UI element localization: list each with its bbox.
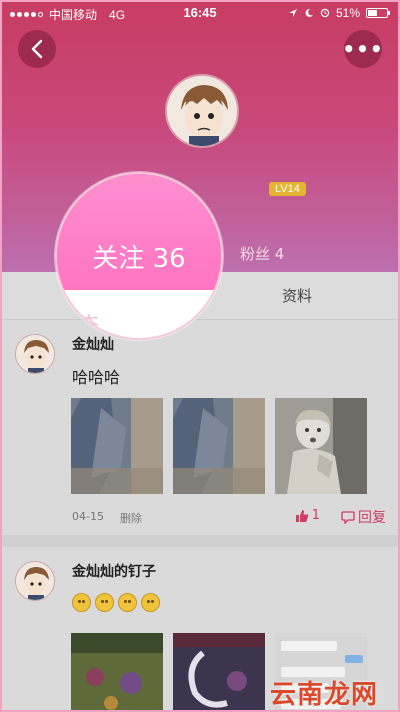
battery-percent: 51% <box>335 6 360 20</box>
post-image[interactable] <box>173 398 265 494</box>
game-screenshot <box>71 633 163 710</box>
comment-icon <box>341 511 355 524</box>
post-author[interactable]: 金灿灿的钉子 <box>72 561 156 581</box>
screen: 中国移动 4G 16:45 51% ••• LV14 粉丝 4 资料 金灿灿 哈… <box>0 0 400 712</box>
follow-count[interactable]: 关注 36 <box>57 238 221 275</box>
thumbs-up-icon <box>295 509 308 522</box>
delete-button[interactable]: 删除 <box>120 510 142 526</box>
like-button[interactable]: 1 <box>295 508 320 523</box>
avatar-image <box>16 335 54 373</box>
magnifier-overlay: 关注 36 态 <box>55 172 223 340</box>
reply-button[interactable]: 回复 <box>341 507 386 527</box>
avatar-image <box>16 562 54 600</box>
alarm-icon <box>320 8 330 18</box>
status-right: 51% <box>288 6 390 20</box>
battery-icon <box>366 8 390 18</box>
tab-activity-partial[interactable]: 态 <box>79 308 99 337</box>
more-icon: ••• <box>342 37 384 61</box>
post-image[interactable] <box>275 398 367 494</box>
profile-avatar[interactable] <box>165 74 239 148</box>
back-button[interactable] <box>18 30 56 68</box>
watermark: 云南龙网 <box>270 680 379 710</box>
location-icon <box>288 9 297 17</box>
post-avatar[interactable] <box>15 334 55 374</box>
post-divider <box>2 535 398 547</box>
post-avatar[interactable] <box>15 561 55 601</box>
reply-label: 回复 <box>358 510 386 526</box>
post-date: 04-15 <box>72 510 104 523</box>
level-badge: LV14 <box>269 182 306 196</box>
like-count: 1 <box>311 508 320 523</box>
fans-count[interactable]: 粉丝 4 <box>240 243 284 264</box>
crying-emoji-icon <box>95 593 114 612</box>
status-bar: 中国移动 4G 16:45 51% <box>2 2 398 24</box>
post-image[interactable] <box>71 633 163 710</box>
crying-emoji-icon <box>72 593 91 612</box>
post-text: 哈哈哈 <box>72 368 121 387</box>
moon-icon <box>305 8 313 17</box>
post-image[interactable] <box>173 633 265 710</box>
game-screenshot <box>173 633 265 710</box>
photo-jacket <box>71 398 163 494</box>
crying-emoji-icon <box>141 593 160 612</box>
tab-material[interactable]: 资料 <box>282 285 312 306</box>
more-button[interactable]: ••• <box>342 30 384 68</box>
avatar-image <box>167 76 237 146</box>
photo-baby <box>275 398 367 494</box>
post-card: 金灿灿 哈哈哈 04-15 删除 1 回复 <box>2 320 398 535</box>
chevron-left-icon <box>31 39 43 59</box>
post-feed: 金灿灿 哈哈哈 04-15 删除 1 回复 金灿灿的钉子 <box>2 320 398 710</box>
crying-emoji-icon <box>118 593 137 612</box>
photo-jacket <box>173 398 265 494</box>
emoji-row <box>72 593 160 612</box>
post-image[interactable] <box>71 398 163 494</box>
